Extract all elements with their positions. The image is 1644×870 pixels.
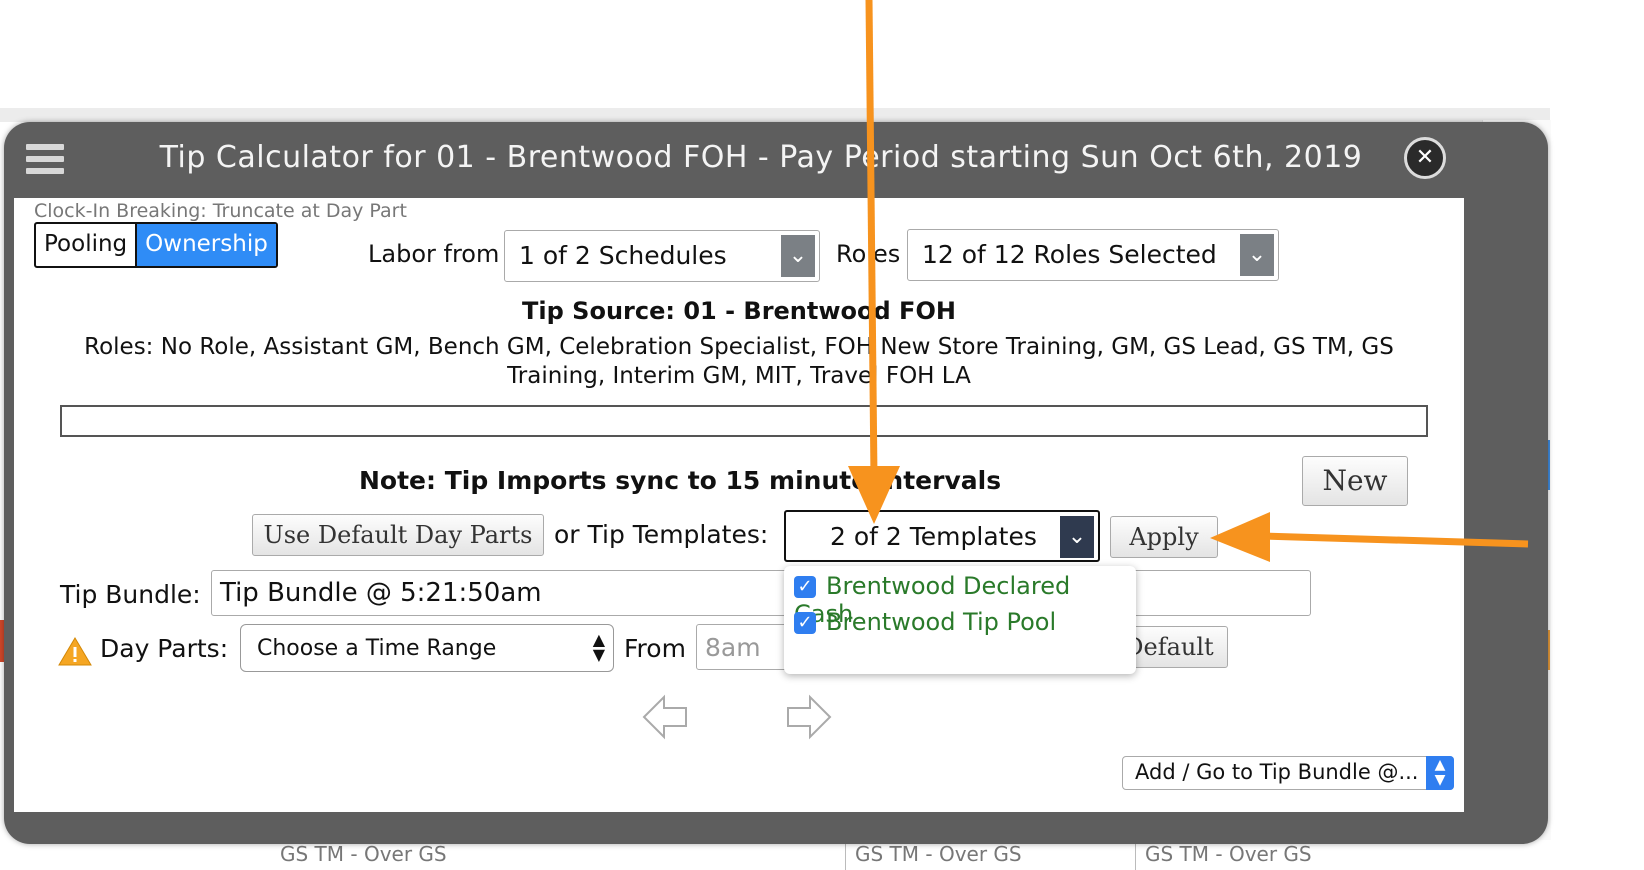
tip-templates-label: or Tip Templates:	[554, 520, 769, 549]
labor-schedules-select[interactable]: 1 of 2 Schedules ⌄	[504, 230, 820, 282]
tip-templates-value: 2 of 2 Templates	[830, 522, 1037, 551]
new-button[interactable]: New	[1302, 456, 1408, 506]
close-icon[interactable]: ✕	[1404, 137, 1446, 179]
pooling-ownership-toggle[interactable]: Pooling Ownership	[34, 222, 278, 268]
background-cell: GS TM - Over GS	[855, 842, 1022, 866]
background-header-strip	[0, 108, 1550, 122]
roles-value: 12 of 12 Roles Selected	[922, 240, 1217, 269]
tip-progress-bar	[60, 405, 1428, 437]
arrow-right-icon[interactable]	[786, 694, 832, 740]
arrow-left-icon[interactable]	[642, 694, 688, 740]
ownership-option[interactable]: Ownership	[135, 224, 276, 266]
tip-templates-select[interactable]: 2 of 2 Templates ⌄	[784, 510, 1100, 562]
from-time-placeholder: 8am	[705, 633, 761, 662]
tip-bundle-input[interactable]: Tip Bundle @ 5:21:50am	[211, 570, 1311, 616]
select-updown-icon: ▲ ▼	[1426, 756, 1454, 790]
tip-calculator-dialog: Tip Calculator for 01 - Brentwood FOH - …	[4, 122, 1548, 844]
template-option[interactable]: ✓ Brentwood Tip Pool	[794, 608, 1056, 636]
clock-in-breaking-text: Clock-In Breaking: Truncate at Day Part	[34, 200, 407, 222]
day-parts-value: Choose a Time Range	[257, 636, 497, 661]
day-parts-select[interactable]: Choose a Time Range ▲ ▼	[240, 624, 614, 672]
dialog-body: Clock-In Breaking: Truncate at Day Part …	[14, 198, 1464, 812]
labor-from-label: Labor from	[368, 240, 500, 268]
chevron-down-icon: ⌄	[1240, 234, 1274, 276]
roles-list-line-2: Training, Interim GM, MIT, Travel FOH LA	[507, 363, 971, 389]
tip-import-note: Note: Tip Imports sync to 15 minute inte…	[359, 466, 1002, 495]
chevron-down-icon: ⌄	[1060, 516, 1094, 558]
from-label: From	[624, 634, 686, 663]
tip-templates-dropdown: ✓ Brentwood Declared Cash ✓ Brentwood Tip …	[784, 566, 1136, 674]
chevron-down-icon: ⌄	[781, 235, 815, 277]
background-cell: GS TM - Over GS	[1145, 842, 1312, 866]
add-go-tip-bundle-select[interactable]: Add / Go to Tip Bundle @... ▲ ▼	[1122, 756, 1454, 790]
add-go-tip-bundle-value: Add / Go to Tip Bundle @...	[1135, 760, 1419, 784]
roles-list-line-1: Roles: No Role, Assistant GM, Bench GM, …	[84, 334, 1394, 360]
pooling-option[interactable]: Pooling	[36, 224, 135, 266]
roles-select[interactable]: 12 of 12 Roles Selected ⌄	[907, 229, 1279, 281]
day-parts-label: Day Parts:	[100, 634, 229, 663]
checkbox-checked-icon[interactable]: ✓	[794, 576, 816, 598]
roles-label: Roles	[836, 240, 901, 268]
labor-schedules-value: 1 of 2 Schedules	[519, 241, 727, 270]
template-option-label: Brentwood Tip Pool	[826, 608, 1057, 636]
dialog-title: Tip Calculator for 01 - Brentwood FOH - …	[159, 140, 1363, 175]
checkbox-checked-icon[interactable]: ✓	[794, 612, 816, 634]
tip-bundle-value: Tip Bundle @ 5:21:50am	[220, 578, 542, 608]
background-cell: GS TM - Over GS	[280, 842, 447, 866]
apply-button[interactable]: Apply	[1110, 516, 1218, 558]
tip-bundle-label: Tip Bundle:	[60, 580, 201, 609]
use-default-day-parts-button[interactable]: Use Default Day Parts	[252, 514, 544, 556]
warning-triangle-icon	[58, 637, 92, 666]
tip-source-heading: Tip Source: 01 - Brentwood FOH	[522, 297, 956, 325]
hamburger-menu-icon[interactable]	[26, 144, 64, 176]
select-updown-icon: ▲ ▼	[592, 630, 605, 664]
